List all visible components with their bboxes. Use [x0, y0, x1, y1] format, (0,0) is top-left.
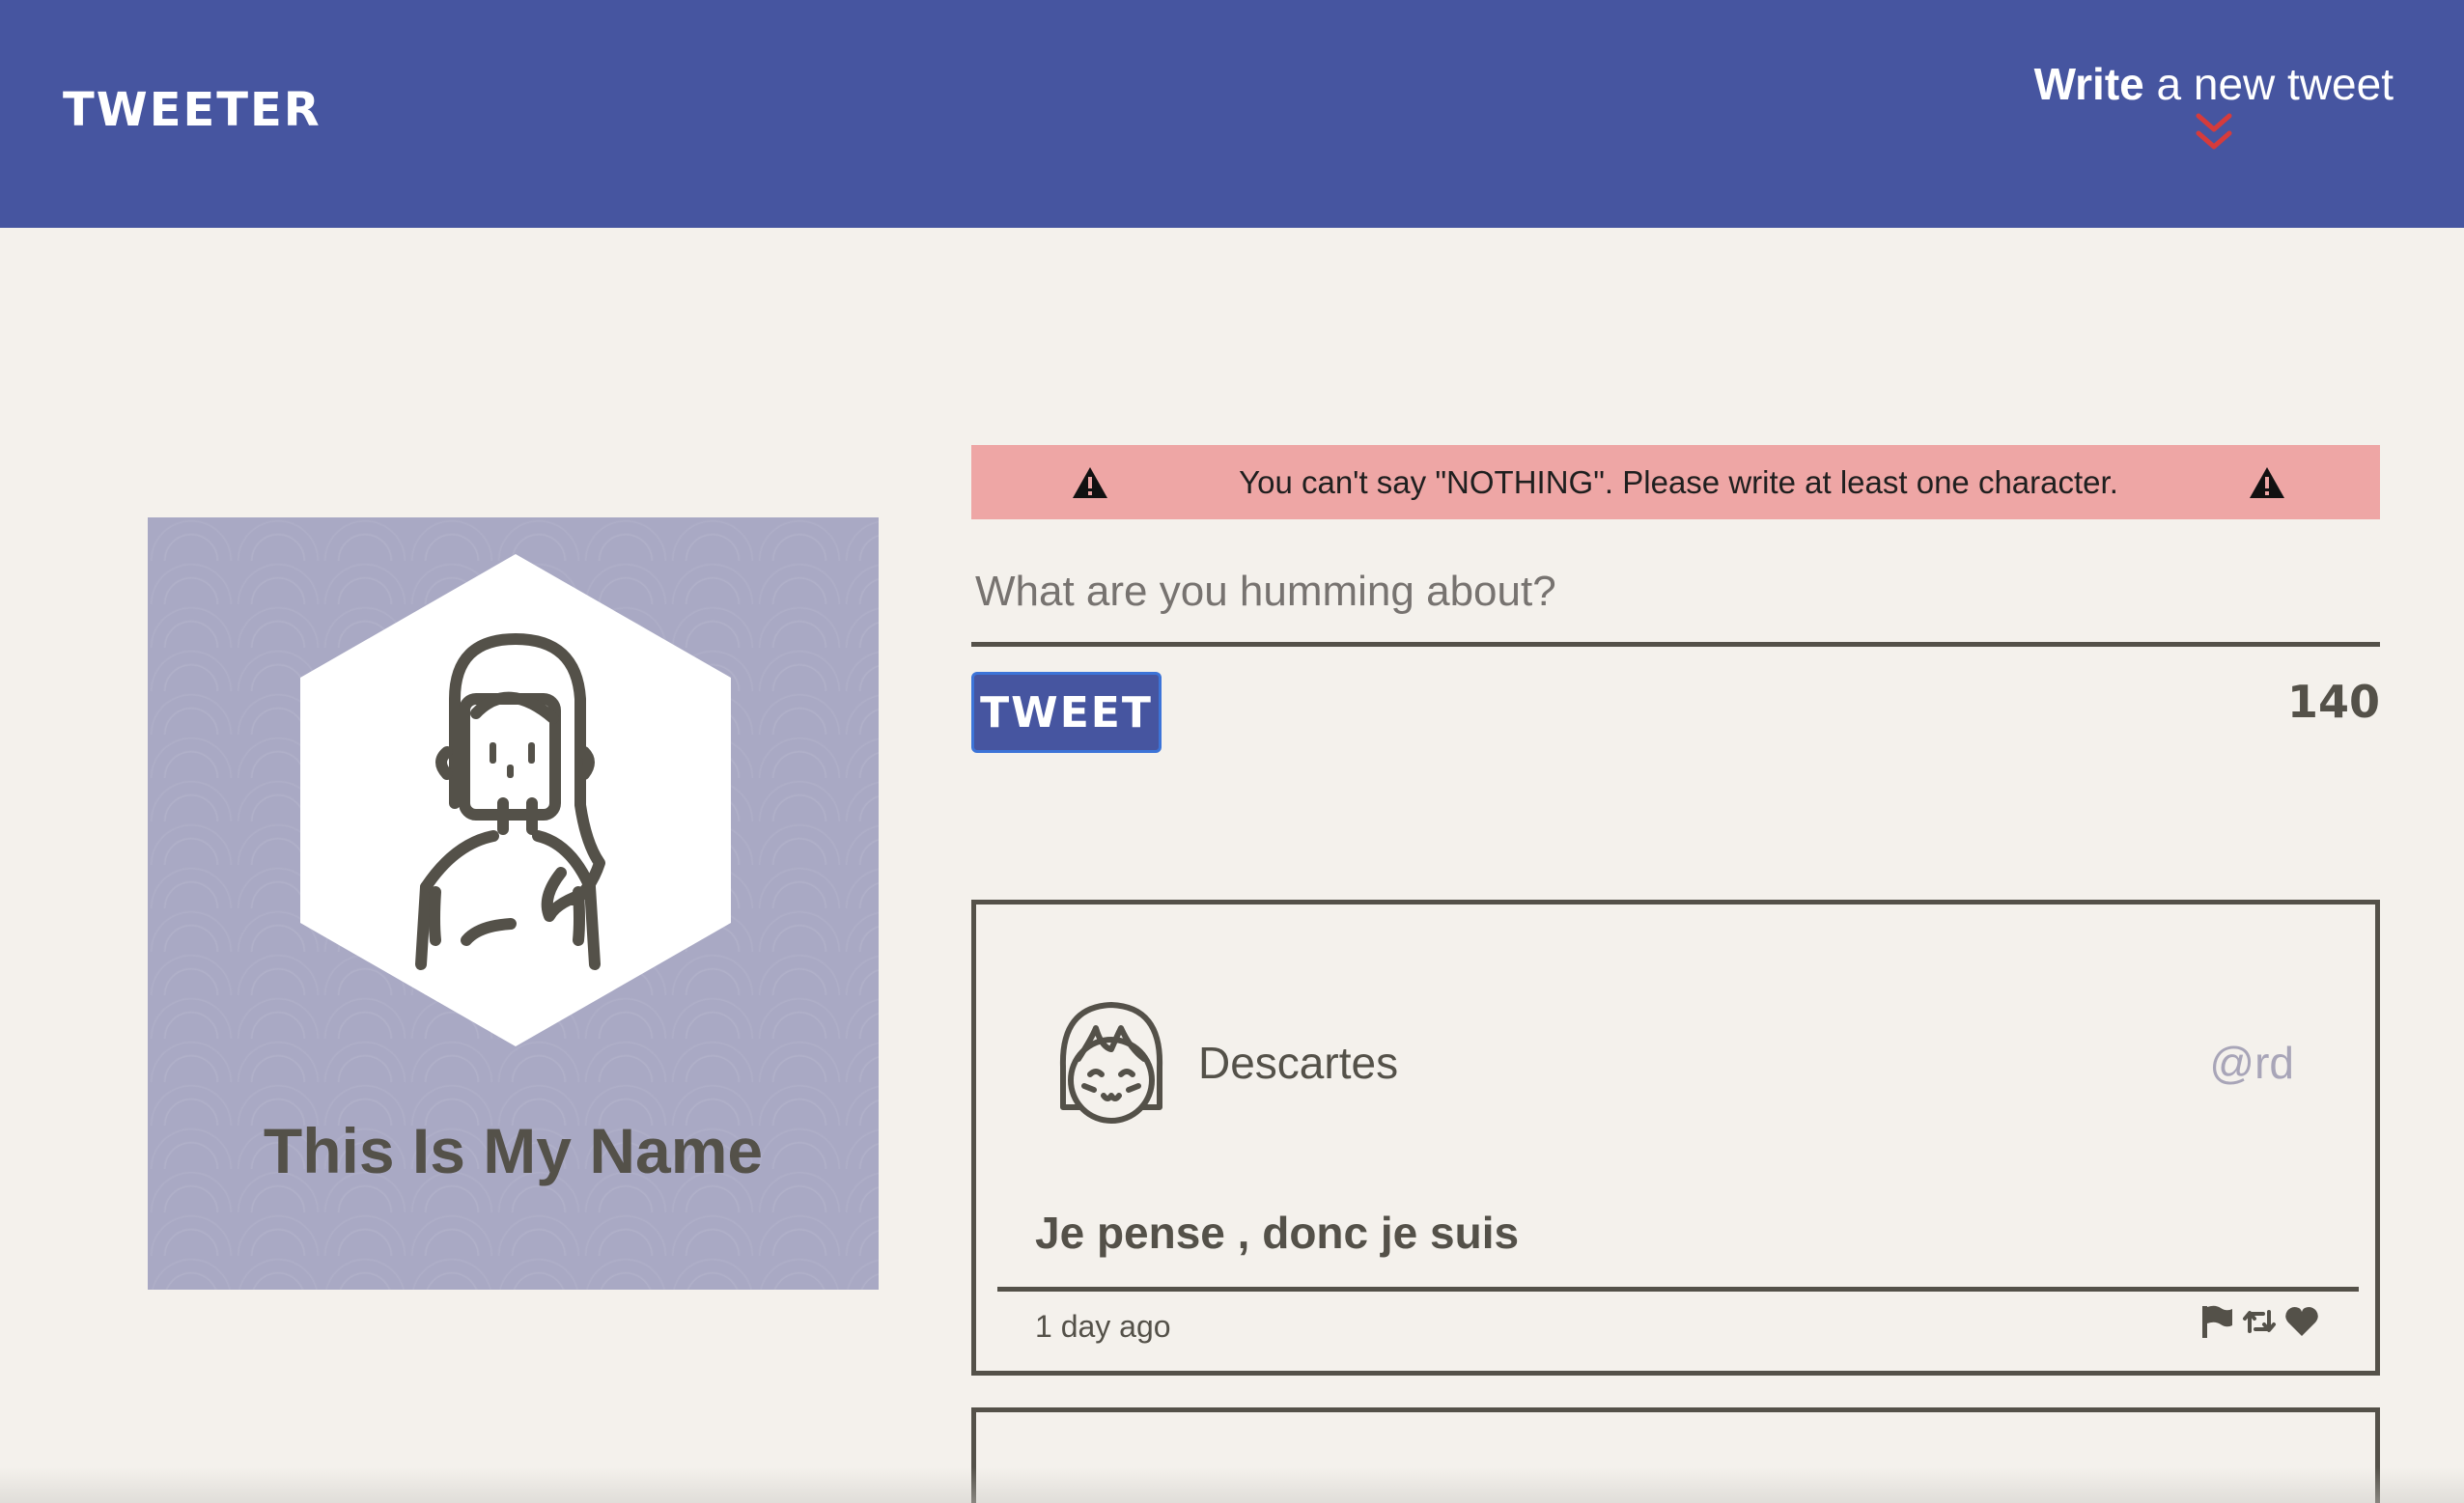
write-new-tweet-label: Write a new tweet	[2034, 58, 2394, 110]
write-label-rest: a new tweet	[2143, 59, 2394, 109]
error-message: You can't say "NOTHING". Please write at…	[1239, 463, 2118, 500]
retweet-icon[interactable]	[2242, 1304, 2277, 1339]
tweet-timestamp: 1 day ago	[1035, 1309, 1171, 1344]
tweet-actions	[2199, 1304, 2319, 1339]
flag-icon[interactable]	[2199, 1304, 2234, 1339]
warning-triangle-icon	[1073, 466, 1107, 498]
profile-name: This Is My Name	[263, 1115, 764, 1186]
composer-actions: TWEET 140	[971, 672, 2380, 755]
tweet-author-name: Descartes	[1198, 1038, 1399, 1088]
woman-avatar-icon	[300, 554, 731, 1046]
tweet-card: Descartes @rd Je pense , donc je suis 1 …	[971, 900, 2380, 1376]
tweet-content: Je pense , donc je suis	[1035, 1208, 1520, 1258]
write-label-strong: Write	[2033, 59, 2144, 109]
top-navbar: TWEETER Write a new tweet	[0, 0, 2464, 228]
tweet-author-handle: @rd	[2209, 1038, 2294, 1088]
tweet-composer: You can't say "NOTHING". Please write at…	[971, 445, 2380, 755]
double-chevron-down-icon[interactable]	[2193, 110, 2235, 156]
warning-triangle-icon	[2249, 466, 2284, 498]
girl-avatar-icon	[1059, 1002, 1163, 1124]
profile-card: This Is My Name	[148, 517, 879, 1290]
write-new-tweet-toggle[interactable]: Write a new tweet	[2034, 58, 2394, 156]
tweet-text-input[interactable]	[971, 560, 2380, 647]
tweet-divider	[997, 1287, 2359, 1292]
char-counter: 140	[2286, 676, 2380, 728]
heart-icon[interactable]	[2284, 1304, 2319, 1339]
tweet-submit-button[interactable]: TWEET	[971, 672, 1162, 753]
error-banner: You can't say "NOTHING". Please write at…	[971, 445, 2380, 519]
tweet-card	[971, 1407, 2380, 1503]
brand-logo[interactable]: TWEETER	[63, 83, 322, 137]
